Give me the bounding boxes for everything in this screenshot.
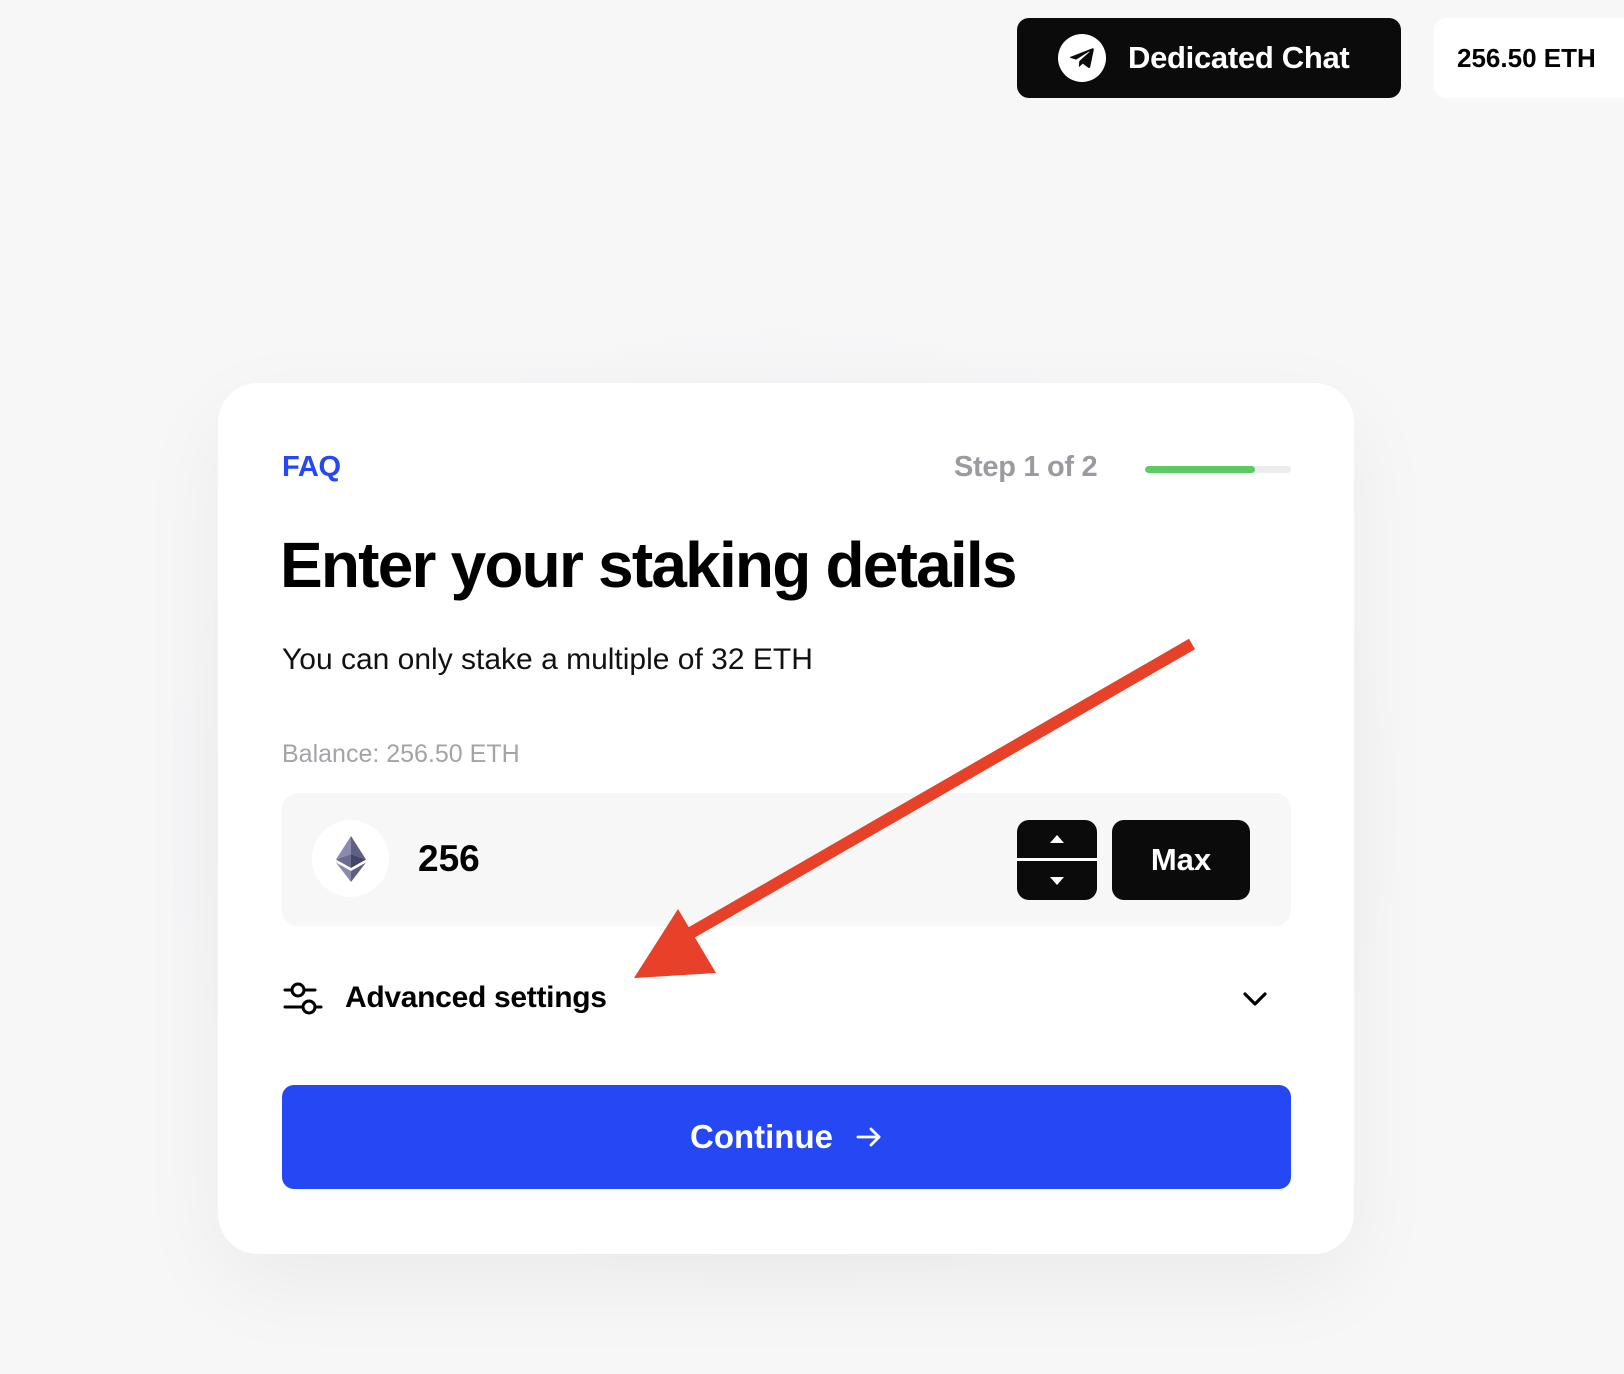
increment-button[interactable] — [1017, 820, 1097, 858]
caret-down-icon — [1050, 877, 1064, 885]
dedicated-chat-label: Dedicated Chat — [1128, 40, 1350, 75]
step-progress-bar — [1145, 466, 1291, 473]
step-indicator: Step 1 of 2 — [954, 451, 1098, 483]
stepper-divider — [1017, 858, 1097, 861]
page-title: Enter your staking details — [280, 529, 1017, 601]
max-button[interactable]: Max — [1112, 820, 1250, 900]
chevron-down-icon — [1243, 992, 1267, 1006]
caret-up-icon — [1050, 835, 1064, 843]
continue-label: Continue — [690, 1118, 833, 1155]
staking-hint: You can only stake a multiple of 32 ETH — [282, 643, 813, 676]
wallet-balance-badge[interactable]: 256.50 ETH — [1434, 18, 1624, 98]
amount-field: Max — [282, 793, 1291, 926]
amount-stepper[interactable] — [1017, 820, 1097, 900]
arrow-right-icon — [856, 1127, 881, 1147]
staking-card: FAQ Step 1 of 2 Enter your staking detai… — [218, 383, 1354, 1254]
step-progress-fill — [1145, 466, 1255, 473]
faq-link[interactable]: FAQ — [282, 451, 341, 484]
decrement-button[interactable] — [1017, 862, 1097, 900]
continue-button[interactable]: Continue — [282, 1085, 1291, 1189]
ethereum-icon — [312, 820, 389, 897]
advanced-settings-label: Advanced settings — [345, 981, 607, 1014]
advanced-settings-toggle[interactable]: Advanced settings — [282, 973, 1291, 1023]
sliders-icon — [282, 978, 326, 1018]
balance-label: Balance: 256.50 ETH — [282, 740, 520, 768]
telegram-icon — [1058, 34, 1106, 82]
amount-input[interactable] — [418, 829, 918, 889]
dedicated-chat-button[interactable]: Dedicated Chat — [1017, 18, 1401, 98]
